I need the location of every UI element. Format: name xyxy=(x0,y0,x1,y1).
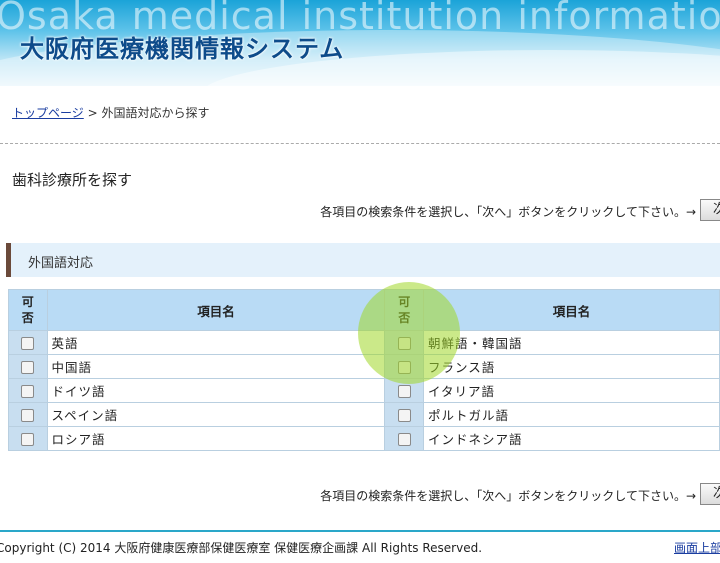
language-table: 可否 項目名 可否 項目名 英語 朝鮮語・韓国語 中国語 フランス語 ドイツ語 … xyxy=(8,289,720,451)
breadcrumb-separator: > xyxy=(87,106,98,120)
language-label: ドイツ語 xyxy=(46,378,386,403)
table-row: ドイツ語 イタリア語 xyxy=(8,378,720,403)
breadcrumb: トップページ > 外国語対応から探す xyxy=(12,104,210,121)
col-availability-header: 可否 xyxy=(8,289,48,331)
checkbox-indonesian[interactable] xyxy=(397,433,411,446)
checkbox-cell xyxy=(8,378,48,403)
copyright-text: Copyright (C) 2014 大阪府健康医療部保健医療室 保健医療企画課… xyxy=(0,541,483,555)
table-row: 中国語 フランス語 xyxy=(8,354,720,379)
checkbox-cell xyxy=(8,330,48,355)
checkbox-korean[interactable] xyxy=(397,337,411,350)
col-availability-label: 可 xyxy=(398,295,411,309)
table-row: 英語 朝鮮語・韓国語 xyxy=(8,330,720,355)
col-availability-label: 可 xyxy=(21,295,34,309)
breadcrumb-home-link[interactable]: トップページ xyxy=(12,106,84,120)
footer-divider xyxy=(0,530,720,532)
checkbox-spanish[interactable] xyxy=(21,409,35,422)
checkbox-english[interactable] xyxy=(21,337,35,350)
checkbox-cell xyxy=(384,330,424,355)
checkbox-cell xyxy=(8,426,48,451)
language-label: ポルトガル語 xyxy=(423,402,720,427)
language-label: 中国語 xyxy=(46,354,386,379)
language-label: ロシア語 xyxy=(46,426,386,451)
language-label: フランス語 xyxy=(423,354,720,379)
divider xyxy=(0,143,720,144)
instruction-text-bottom: 各項目の検索条件を選択し、「次へ」ボタンをクリックして下さい。→ xyxy=(320,489,696,503)
checkbox-chinese[interactable] xyxy=(21,361,35,374)
checkbox-cell xyxy=(384,426,424,451)
col-availability-label: 否 xyxy=(21,311,34,325)
section-title: 外国語対応 xyxy=(28,256,94,271)
checkbox-cell xyxy=(8,354,48,379)
language-label: イタリア語 xyxy=(423,378,720,403)
page-title: 歯科診療所を探す xyxy=(12,171,133,189)
header-banner: Osaka medical institution information sy… xyxy=(0,0,720,86)
col-availability-header: 可否 xyxy=(384,289,424,331)
back-to-top-link[interactable]: 画面上部 xyxy=(674,539,720,556)
checkbox-cell xyxy=(384,378,424,403)
col-item-name-header: 項目名 xyxy=(46,289,386,331)
site-title: 大阪府医療機関情報システム xyxy=(20,35,345,63)
col-item-name-header: 項目名 xyxy=(423,289,720,331)
checkbox-german[interactable] xyxy=(21,385,35,398)
table-row: ロシア語 インドネシア語 xyxy=(8,426,720,451)
checkbox-russian[interactable] xyxy=(21,433,35,446)
next-button-top[interactable]: 次 xyxy=(700,199,720,221)
language-label: 朝鮮語・韓国語 xyxy=(423,330,720,355)
checkbox-cell xyxy=(384,402,424,427)
checkbox-cell xyxy=(384,354,424,379)
table-header-row: 可否 項目名 可否 項目名 xyxy=(8,289,720,331)
checkbox-french[interactable] xyxy=(397,361,411,374)
checkbox-cell xyxy=(8,402,48,427)
col-availability-label: 否 xyxy=(398,311,411,325)
next-button-bottom[interactable]: 次 xyxy=(700,483,720,505)
checkbox-italian[interactable] xyxy=(397,385,411,398)
checkbox-portuguese[interactable] xyxy=(397,409,411,422)
language-label: インドネシア語 xyxy=(423,426,720,451)
instruction-text-top: 各項目の検索条件を選択し、「次へ」ボタンをクリックして下さい。→ xyxy=(320,205,696,219)
language-label: スペイン語 xyxy=(46,402,386,427)
section-header: 外国語対応 xyxy=(6,243,720,277)
breadcrumb-current: 外国語対応から探す xyxy=(101,106,210,120)
table-row: スペイン語 ポルトガル語 xyxy=(8,402,720,427)
language-label: 英語 xyxy=(46,330,386,355)
